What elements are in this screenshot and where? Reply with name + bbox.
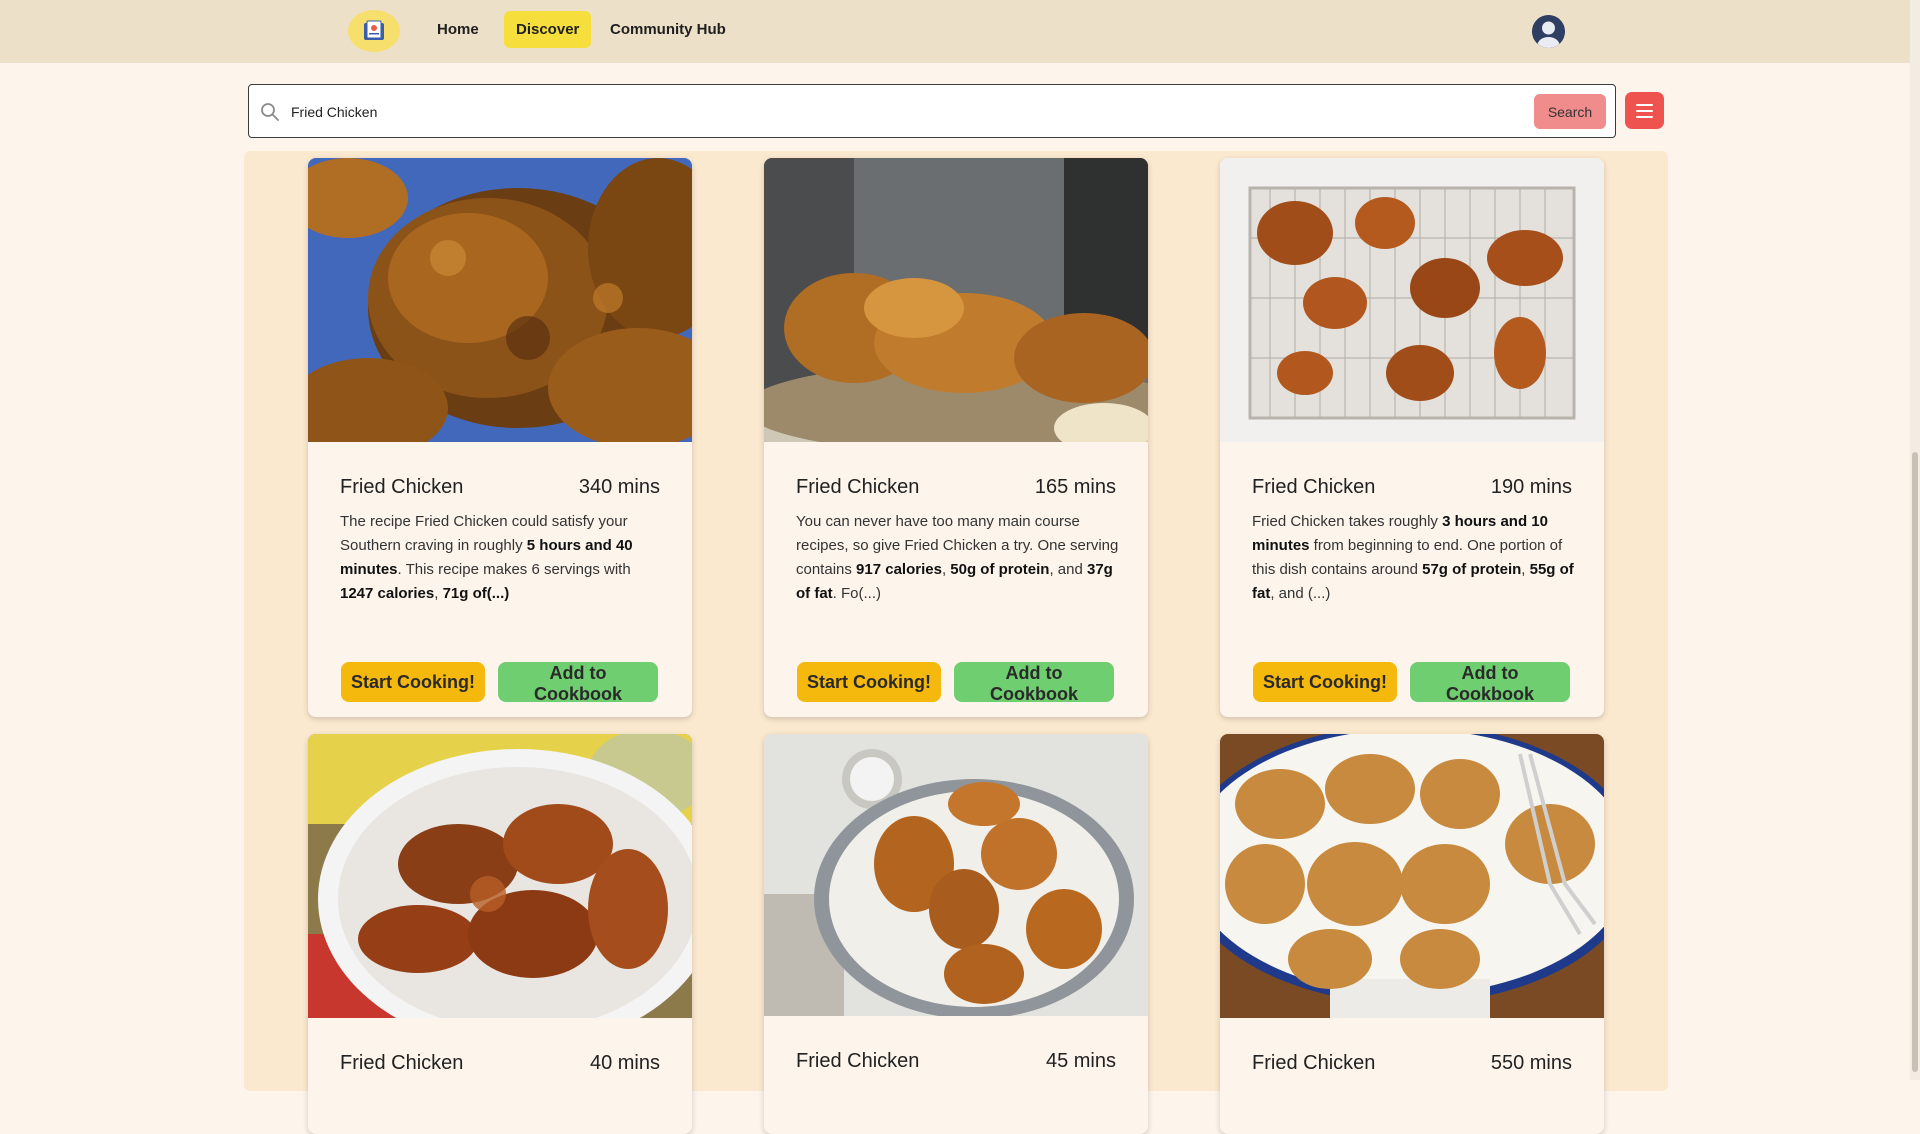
recipe-title[interactable]: Fried Chicken — [1252, 476, 1375, 499]
recipe-title[interactable]: Fried Chicken — [1252, 1052, 1375, 1075]
recipe-time: 40 mins — [589, 1052, 660, 1074]
recipe-card: Fried Chicken 165 mins You can never hav… — [764, 158, 1148, 717]
recipe-card: Fried Chicken 40 mins — [308, 734, 692, 1134]
nav-link-home[interactable]: Home — [425, 11, 491, 48]
recipe-time: 165 mins — [1034, 476, 1116, 498]
recipe-time: 550 mins — [1490, 1052, 1572, 1074]
recipe-description: You can never have too many main course … — [796, 513, 1119, 602]
recipe-title[interactable]: Fried Chicken — [796, 1050, 919, 1073]
add-to-cookbook-button[interactable]: Add to Cookbook — [498, 662, 658, 704]
search-bar: Search — [248, 84, 1616, 138]
recipe-image[interactable] — [764, 734, 1148, 1016]
start-cooking-button[interactable]: Start Cooking! — [341, 662, 485, 702]
recipe-image[interactable] — [1220, 734, 1604, 1018]
search-input[interactable] — [289, 99, 1453, 125]
recipe-grid: Fried Chicken 340 mins The recipe Fried … — [244, 151, 1668, 1134]
add-to-cookbook-button[interactable]: Add to Cookbook — [1410, 662, 1570, 704]
search-button[interactable]: Search — [1534, 94, 1606, 129]
add-to-cookbook-button[interactable]: Add to Cookbook — [954, 662, 1114, 704]
recipe-image[interactable] — [308, 158, 692, 442]
recipe-description: Fried Chicken takes roughly 3 hours and … — [1252, 513, 1574, 602]
search-icon — [261, 103, 279, 121]
recipe-card: Fried Chicken 45 mins — [764, 734, 1148, 1134]
nav-link-community-hub[interactable]: Community Hub — [598, 11, 738, 48]
recipe-card: Fried Chicken 190 mins Fried Chicken tak… — [1220, 158, 1604, 717]
recipe-title[interactable]: Fried Chicken — [340, 1052, 463, 1075]
book-logo-icon[interactable] — [348, 10, 400, 52]
start-cooking-button[interactable]: Start Cooking! — [1253, 662, 1397, 702]
recipe-title[interactable]: Fried Chicken — [340, 476, 463, 499]
scrollbar-thumb[interactable] — [1912, 452, 1918, 1072]
recipe-image[interactable] — [1220, 158, 1604, 442]
recipe-time: 340 mins — [578, 476, 660, 498]
hamburger-menu-icon[interactable] — [1625, 92, 1664, 129]
recipe-card: Fried Chicken 550 mins — [1220, 734, 1604, 1134]
top-navbar: Home Discover Community Hub — [0, 0, 1912, 63]
start-cooking-button[interactable]: Start Cooking! — [797, 662, 941, 702]
recipe-card: Fried Chicken 340 mins The recipe Fried … — [308, 158, 692, 717]
nav-link-discover[interactable]: Discover — [504, 11, 592, 48]
recipe-image[interactable] — [764, 158, 1148, 442]
recipe-time: 45 mins — [1045, 1050, 1116, 1072]
recipe-title[interactable]: Fried Chicken — [796, 476, 919, 499]
recipe-description: The recipe Fried Chicken could satisfy y… — [340, 513, 633, 602]
recipe-time: 190 mins — [1490, 476, 1572, 498]
user-avatar-icon[interactable] — [1532, 15, 1565, 48]
recipe-image[interactable] — [308, 734, 692, 1018]
